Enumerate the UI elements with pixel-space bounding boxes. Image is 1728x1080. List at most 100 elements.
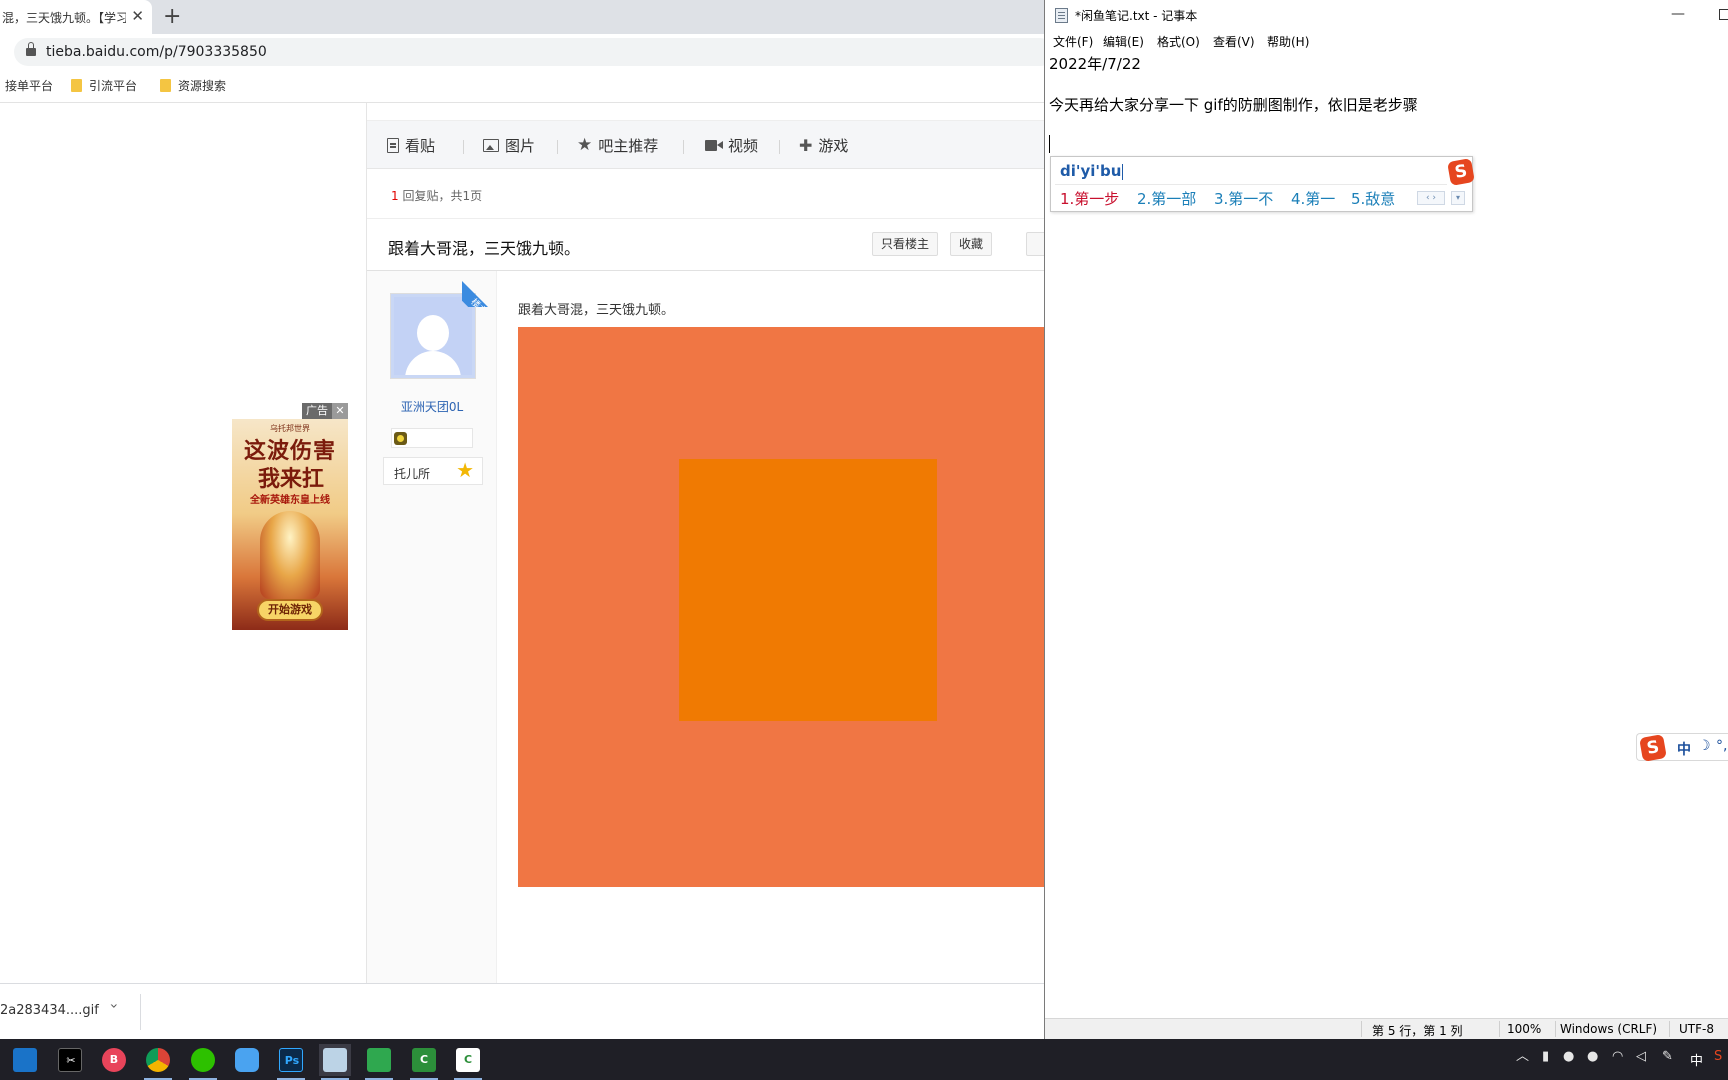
- ime-status-bar[interactable]: S 中 ☽ °,: [1636, 733, 1728, 762]
- nav-youxi[interactable]: ✚ 游戏: [799, 135, 848, 156]
- bookmark-ziyuan[interactable]: 资源搜索: [160, 77, 226, 94]
- half-width-moon-icon[interactable]: ☽: [1698, 738, 1711, 754]
- ad-close-icon[interactable]: ✕: [332, 403, 348, 419]
- taskbar-app-wechat[interactable]: [187, 1044, 219, 1080]
- ad-banner[interactable]: 广告 ✕ 乌托邦世界 这波伤害 我来扛 全新英雄东皇上线 开始游戏: [232, 403, 348, 630]
- ime-candidate-1[interactable]: 1.第一步: [1060, 188, 1119, 209]
- thread-title: 跟着大哥混，三天饿九顿。: [388, 239, 581, 258]
- nav-kantie[interactable]: 看贴: [387, 135, 435, 156]
- text-line-3: 今天再给大家分享一下 gif的防删图制作，依旧是老步骤: [1049, 96, 1418, 114]
- ad-hero-figure: [260, 511, 320, 599]
- ad-headline-2: 我来扛: [258, 466, 325, 492]
- photoshop-icon: Ps: [279, 1048, 303, 1072]
- menu-file[interactable]: 文件(F): [1053, 33, 1093, 50]
- taskbar-app-chrome[interactable]: [142, 1044, 174, 1080]
- status-divider: [1499, 1021, 1500, 1037]
- gamepad-icon: ✚: [799, 135, 813, 155]
- ime-divider: [1055, 184, 1447, 185]
- input-language-indicator[interactable]: 中: [1690, 1050, 1703, 1069]
- chevron-up-icon[interactable]: ‹: [106, 1003, 122, 1009]
- only-op-button[interactable]: 只看楼主: [872, 232, 939, 256]
- tray-wechat-work-icon[interactable]: ●: [1587, 1050, 1598, 1063]
- new-tab-button[interactable]: +: [163, 4, 181, 29]
- reply-count-text: 回复贴，共1页: [402, 189, 483, 203]
- thread-content: 看贴 图片 ★ 吧主推荐 视频 ✚ 游戏 1 回复贴，共1页 跟着大哥混，三天饿…: [367, 103, 1045, 983]
- default-avatar-icon: [394, 297, 472, 375]
- bookmark-jiedan[interactable]: 接单平台: [5, 77, 53, 94]
- reply-button[interactable]: [1026, 232, 1045, 256]
- notepad-text-area[interactable]: 2022年/7/22 今天再给大家分享一下 gif的防删图制作，依旧是老步骤 d…: [1045, 52, 1728, 1018]
- wifi-icon[interactable]: ◠: [1612, 1050, 1623, 1063]
- star-icon: ★: [577, 135, 593, 155]
- volume-icon[interactable]: ◁: [1636, 1050, 1646, 1063]
- close-tab-icon[interactable]: ✕: [131, 7, 144, 25]
- post-gif-image[interactable]: [518, 327, 1045, 887]
- ad-start-game-button[interactable]: 开始游戏: [257, 599, 323, 621]
- tray-wechat-icon[interactable]: ●: [1563, 1050, 1574, 1063]
- author-name[interactable]: 亚洲天团0L: [367, 398, 497, 415]
- taskbar-app-netdisk[interactable]: [231, 1044, 263, 1076]
- bookmark-label: 引流平台: [89, 79, 138, 93]
- browser-window: 混，三天饿九顿。【学习 ✕ + tieba.baidu.com/p/790333…: [0, 0, 1045, 1039]
- tray-overflow-icon[interactable]: ︿: [1516, 1050, 1529, 1063]
- ime-page-arrows-icon[interactable]: ‹ ›: [1417, 191, 1445, 205]
- notepad-titlebar: *闲鱼笔记.txt - 记事本 —: [1045, 0, 1728, 30]
- bookmark-yinliu[interactable]: 引流平台: [71, 77, 137, 94]
- ime-candidate-4[interactable]: 4.第一: [1291, 188, 1335, 209]
- zoom-level: 100%: [1507, 1022, 1542, 1036]
- member-tag-label: 托儿所: [394, 467, 431, 481]
- address-bar: tieba.baidu.com/p/7903335850: [0, 34, 1045, 69]
- tray-sogou-icon[interactable]: S: [1714, 1050, 1722, 1063]
- ad-label: 广告: [302, 403, 332, 419]
- ime-candidate-3[interactable]: 3.第一不: [1214, 188, 1273, 209]
- lock-icon[interactable]: [26, 42, 36, 56]
- gif-inner-square: [679, 459, 937, 721]
- download-bar: 2a283434....gif ‹: [0, 983, 1045, 1039]
- nav-shipin[interactable]: 视频: [705, 135, 758, 156]
- menu-view[interactable]: 查看(V): [1213, 33, 1255, 50]
- microphone-icon[interactable]: ▮: [1542, 1050, 1549, 1063]
- url-field[interactable]: tieba.baidu.com/p/7903335850: [14, 38, 1045, 66]
- ime-lang-toggle[interactable]: 中: [1677, 739, 1691, 759]
- url-text: tieba.baidu.com/p/7903335850: [46, 44, 267, 60]
- nav-tupian[interactable]: 图片: [483, 135, 535, 156]
- chrome-icon: [146, 1048, 170, 1072]
- favorite-button[interactable]: 收藏: [950, 232, 993, 256]
- line-ending: Windows (CRLF): [1560, 1022, 1658, 1036]
- top-strip: [367, 103, 1045, 121]
- sogou-logo-icon: S: [1447, 158, 1475, 186]
- punctuation-toggle[interactable]: °,: [1716, 738, 1727, 754]
- taskbar-app-camtasia-recorder[interactable]: C: [452, 1044, 484, 1080]
- taskbar-app-mail[interactable]: [9, 1044, 41, 1076]
- ad-image[interactable]: 乌托邦世界 这波伤害 我来扛 全新英雄东皇上线 开始游戏: [232, 419, 348, 630]
- menu-edit[interactable]: 编辑(E): [1103, 33, 1144, 50]
- taskbar-app-green[interactable]: [363, 1044, 395, 1080]
- tieba-page: 广告 ✕ 乌托邦世界 这波伤害 我来扛 全新英雄东皇上线 开始游戏 看贴 图片 …: [0, 103, 1045, 983]
- taskbar-app-bilibili[interactable]: B: [98, 1044, 130, 1076]
- menu-help[interactable]: 帮助(H): [1267, 33, 1309, 50]
- sogou-logo-icon[interactable]: S: [1639, 734, 1667, 762]
- ime-candidate-window: di'yi'bu S 1.第一步 2.第一部 3.第一不 4.第一 5.敌意 ‹…: [1050, 156, 1475, 212]
- taskbar-app-camtasia[interactable]: C: [408, 1044, 440, 1080]
- maximize-icon[interactable]: [1719, 9, 1728, 20]
- pen-icon[interactable]: ✎: [1662, 1050, 1673, 1063]
- post: 楼主 亚洲天团0L 托儿所 ★ 跟着大哥混，三天饿九顿。: [367, 271, 1045, 983]
- download-filename[interactable]: 2a283434....gif: [0, 1003, 99, 1018]
- nav-label: 游戏: [818, 137, 849, 155]
- bookmarks-bar: 接单平台 引流平台 资源搜索: [0, 69, 1045, 103]
- status-divider: [1361, 1021, 1362, 1037]
- taskbar-app-capcut[interactable]: ✂: [54, 1044, 86, 1076]
- text-caret: [1049, 135, 1050, 153]
- ime-candidate-5[interactable]: 5.敌意: [1351, 188, 1395, 209]
- reply-count: 1 回复贴，共1页: [391, 187, 482, 204]
- minimize-icon[interactable]: —: [1671, 6, 1685, 22]
- taskbar-app-photoshop[interactable]: Ps: [275, 1044, 307, 1080]
- ime-candidate-2[interactable]: 2.第一部: [1137, 188, 1196, 209]
- ime-expand-icon[interactable]: ▾: [1451, 191, 1465, 205]
- member-tag[interactable]: 托儿所 ★: [383, 457, 483, 485]
- nav-bazhu[interactable]: ★ 吧主推荐: [577, 135, 658, 156]
- taskbar-app-notepad[interactable]: [319, 1044, 351, 1080]
- nav-divider: [779, 140, 780, 154]
- menu-format[interactable]: 格式(O): [1157, 33, 1200, 50]
- browser-tab[interactable]: 混，三天饿九顿。【学习 ✕: [0, 0, 152, 34]
